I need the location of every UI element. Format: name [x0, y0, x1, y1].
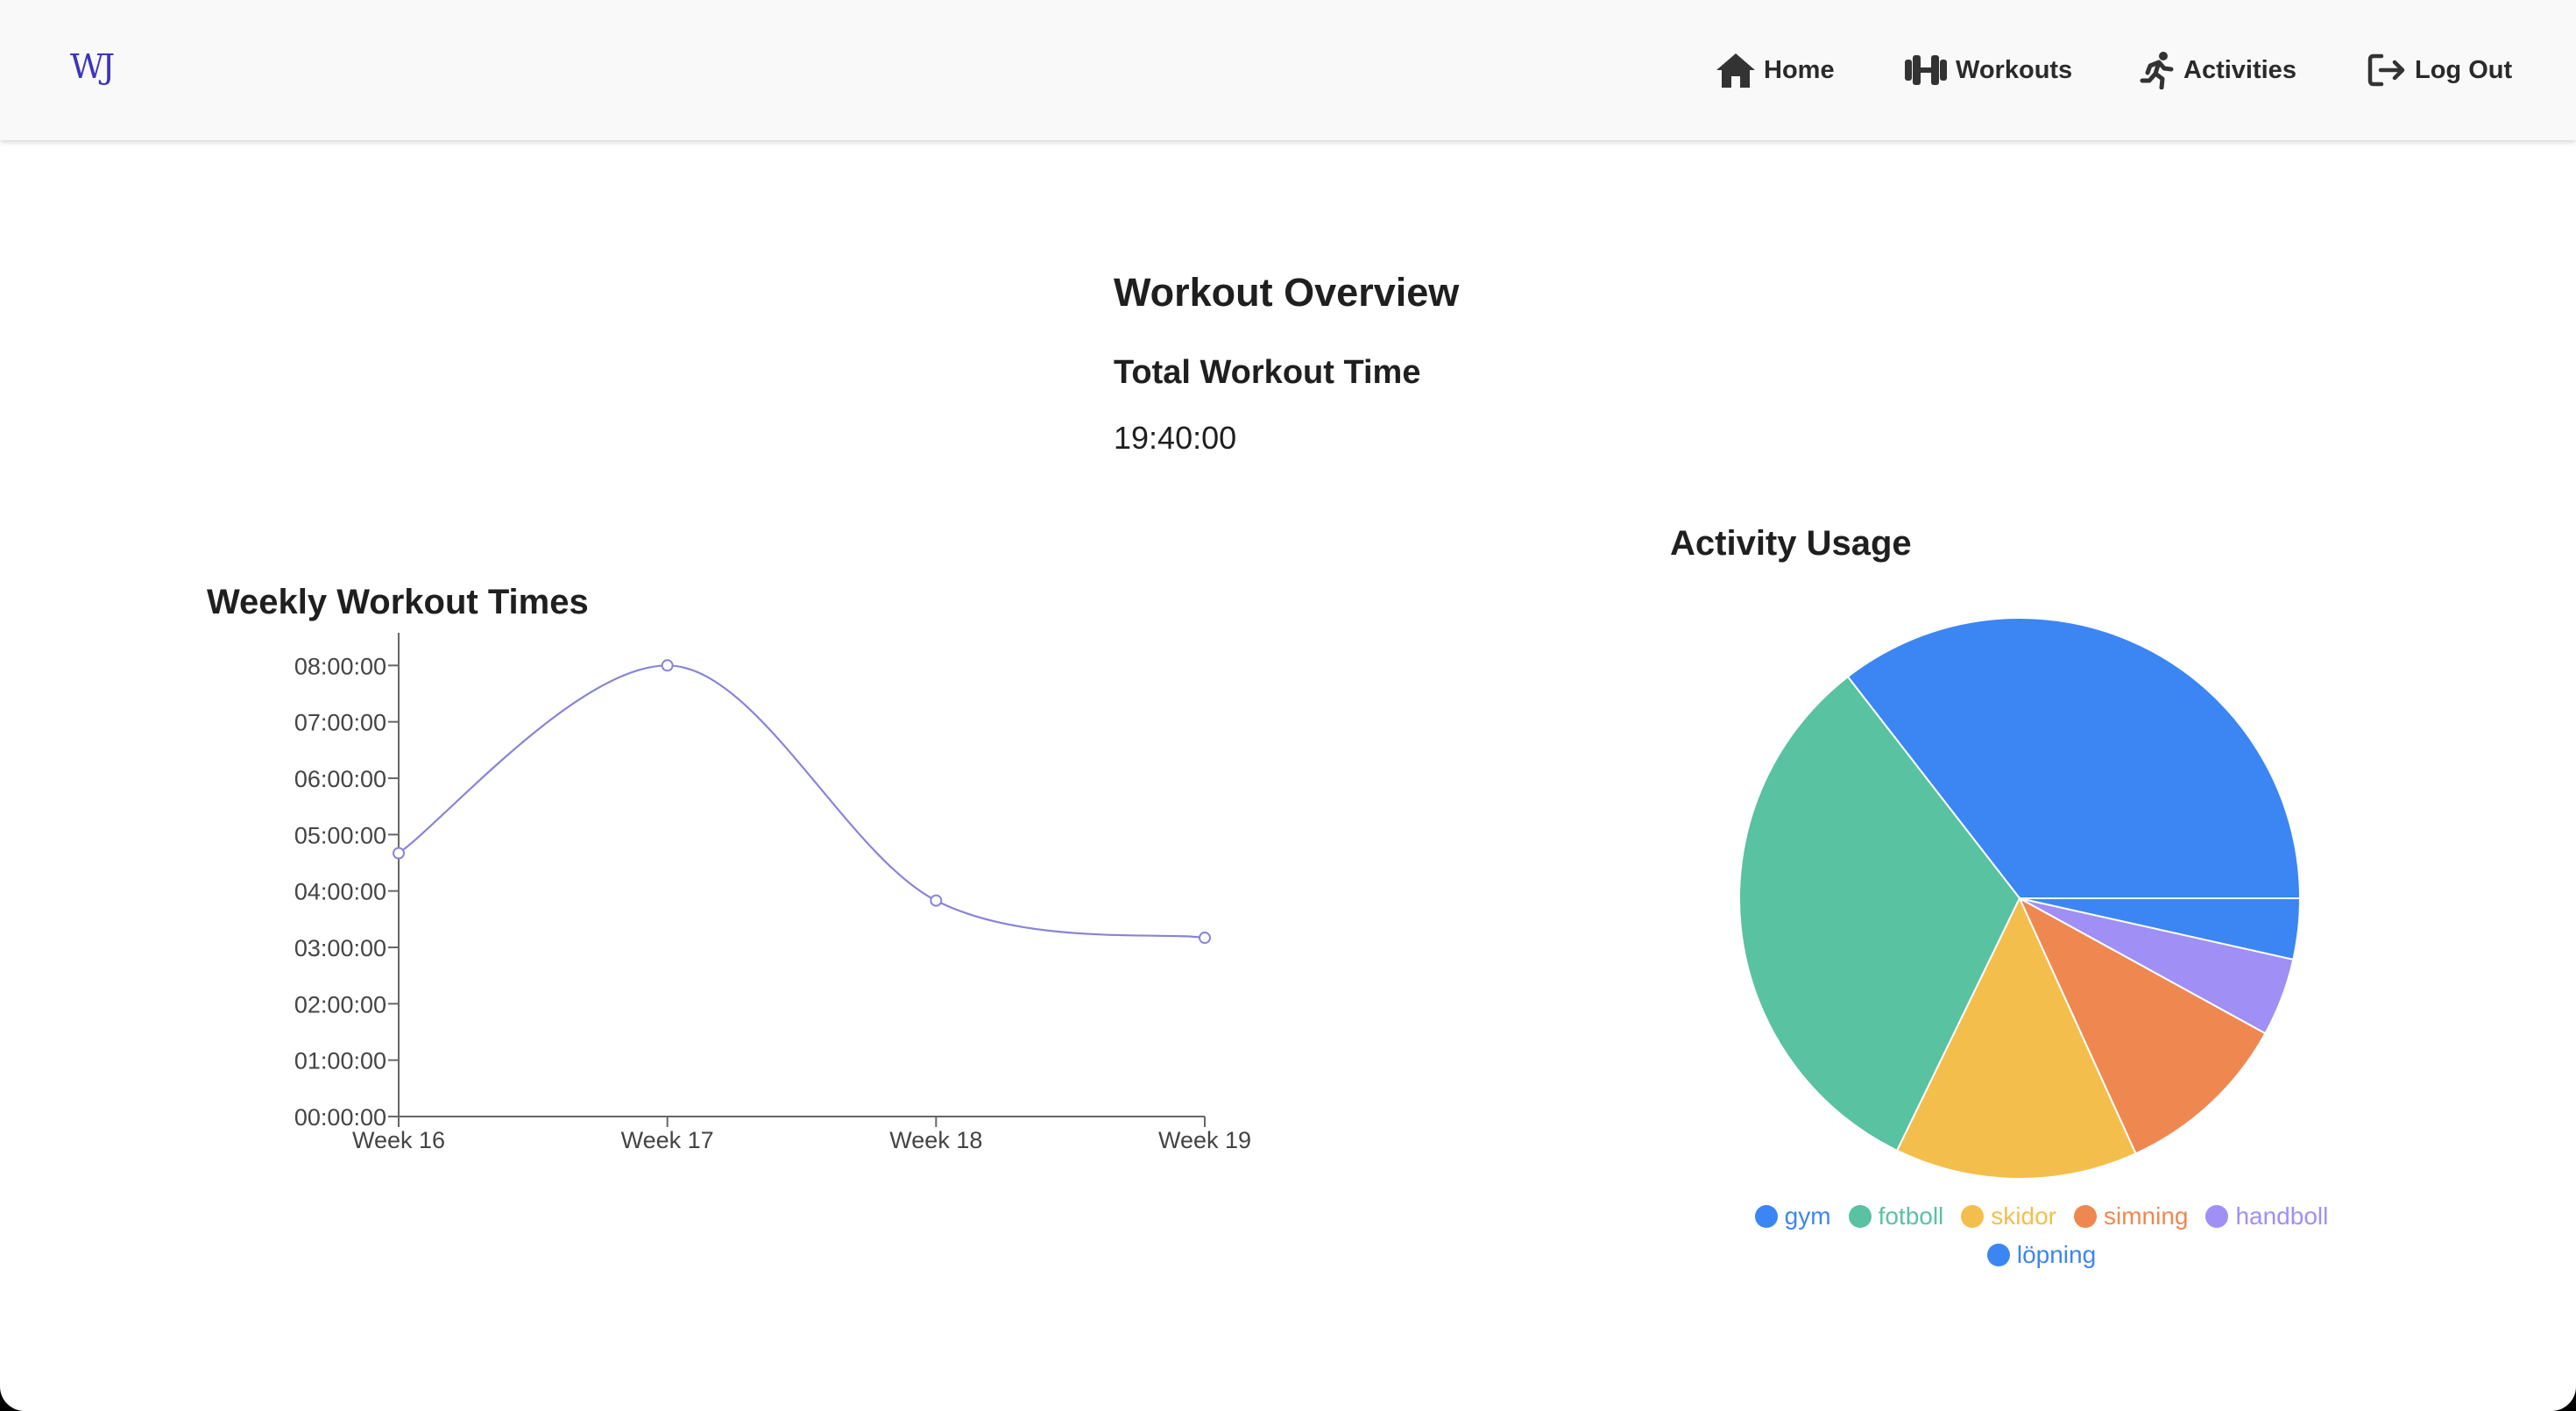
legend-item-fotboll[interactable]: fotboll — [1848, 1201, 1944, 1232]
data-point[interactable] — [393, 847, 405, 860]
x-tick-label: Week 18 — [889, 1127, 982, 1153]
y-tick-label: 07:00:00 — [294, 710, 386, 736]
pie-legend: gym fotboll skidor simning handboll löpning — [1665, 1201, 2418, 1271]
app-logo[interactable]: WJ — [70, 47, 115, 86]
legend-label: simning — [2103, 1202, 2189, 1230]
activity-chart-title: Activity Usage — [1670, 524, 1912, 563]
legend-dot — [2073, 1205, 2097, 1228]
activity-pie-chart — [1738, 617, 2302, 1180]
legend-label: fotboll — [1878, 1202, 1944, 1230]
legend-label: handboll — [2235, 1202, 2329, 1230]
running-icon — [2140, 52, 2174, 89]
weekly-series-line — [398, 664, 1206, 939]
x-tick-label: Week 17 — [621, 1127, 714, 1153]
total-workout-time-value: 19:40:00 — [1114, 420, 1237, 456]
legend-item-löpning[interactable]: löpning — [1986, 1239, 2097, 1271]
legend-dot — [2205, 1205, 2229, 1228]
legend-dot — [1961, 1205, 1985, 1228]
y-tick-label: 02:00:00 — [294, 991, 386, 1017]
nav-workouts-label: Workouts — [1956, 55, 2073, 84]
legend-item-skidor[interactable]: skidor — [1961, 1201, 2056, 1232]
y-tick-label: 03:00:00 — [294, 935, 386, 961]
legend-item-simning[interactable]: simning — [2073, 1201, 2189, 1232]
page-title: Workout Overview — [1114, 270, 1460, 315]
y-tick-label: 05:00:00 — [294, 822, 386, 848]
total-workout-time-label: Total Workout Time — [1114, 354, 1421, 391]
data-point[interactable] — [930, 894, 943, 907]
nav-home[interactable]: Home — [1715, 44, 1835, 96]
nav-logout-label: Log Out — [2415, 55, 2513, 84]
navbar: WJ Home Workouts Activities Log Out — [0, 0, 2576, 140]
legend-label: löpning — [2016, 1241, 2097, 1268]
nav-activities-label: Activities — [2183, 55, 2296, 84]
legend-item-handboll[interactable]: handboll — [2205, 1201, 2328, 1232]
nav-workouts[interactable]: Workouts — [1903, 44, 2072, 96]
weekly-line-chart: 00:00:0001:00:0002:00:0003:00:0004:00:00… — [294, 633, 1251, 1153]
x-tick-label: Week 19 — [1158, 1127, 1251, 1153]
data-point[interactable] — [1199, 932, 1211, 945]
x-tick-label: Week 16 — [352, 1127, 445, 1153]
y-tick-label: 01:00:00 — [294, 1048, 386, 1074]
nav-activities[interactable]: Activities — [2140, 44, 2296, 96]
nav-logout[interactable]: Log Out — [2367, 44, 2512, 96]
y-tick-label: 06:00:00 — [294, 766, 386, 792]
logout-icon — [2367, 53, 2405, 87]
data-point[interactable] — [661, 659, 674, 672]
legend-label: gym — [1784, 1202, 1831, 1230]
legend-dot — [1754, 1205, 1778, 1228]
dumbbell-icon — [1905, 55, 1947, 85]
y-tick-label: 04:00:00 — [294, 879, 386, 905]
legend-dot — [1986, 1244, 2010, 1266]
legend-dot — [1848, 1205, 1872, 1228]
home-icon — [1716, 53, 1755, 88]
legend-label: skidor — [1991, 1202, 2056, 1230]
legend-item-gym[interactable]: gym — [1754, 1201, 1831, 1232]
y-tick-label: 08:00:00 — [294, 653, 386, 679]
nav-home-label: Home — [1764, 55, 1835, 84]
page: WJ Home Workouts Activities Log Out Work… — [0, 0, 2576, 1411]
